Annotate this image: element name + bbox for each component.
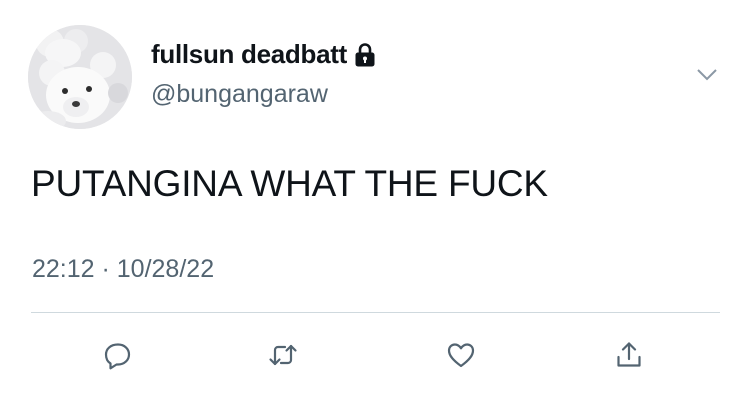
lock-icon xyxy=(354,42,376,68)
avatar[interactable] xyxy=(28,25,132,129)
tweet-timestamp[interactable]: 22:12 · 10/28/22 xyxy=(32,255,214,284)
heart-icon xyxy=(447,343,475,368)
share-button[interactable] xyxy=(607,333,651,377)
user-handle[interactable]: @bungangaraw xyxy=(151,80,328,109)
reply-button[interactable] xyxy=(96,333,140,377)
author-name-row: fullsun deadbatt xyxy=(151,39,376,70)
share-icon xyxy=(617,342,641,367)
retweet-icon xyxy=(269,344,297,366)
chevron-down-icon[interactable] xyxy=(692,60,722,90)
teddy-bear-avatar-image xyxy=(28,25,132,129)
tweet-text: PUTANGINA WHAT THE FUCK xyxy=(31,163,548,204)
like-button[interactable] xyxy=(439,333,483,377)
retweet-button[interactable] xyxy=(261,333,305,377)
reply-icon xyxy=(104,343,131,370)
divider xyxy=(31,312,720,313)
tweet-actions xyxy=(0,333,750,377)
display-name[interactable]: fullsun deadbatt xyxy=(151,39,347,70)
